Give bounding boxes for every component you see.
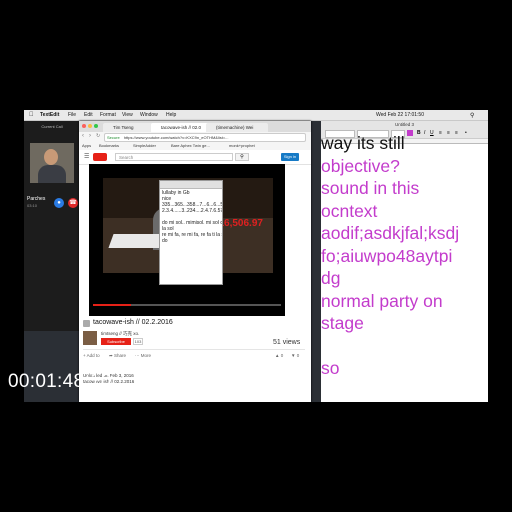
textedit-window: Untitled 3 B I U ≡ ≡ ≡ • way its still o… bbox=[321, 121, 488, 402]
text-line: sound in this bbox=[321, 178, 420, 198]
subscribe-button[interactable]: Subscribe bbox=[101, 338, 131, 345]
channel-name[interactable]: timtseng // 巧克 xo. bbox=[101, 331, 139, 337]
notes-line: do bbox=[162, 238, 168, 244]
add-to-button[interactable]: + Add to bbox=[83, 353, 100, 358]
phone-hangup-icon: ☎ bbox=[69, 200, 77, 206]
document-text-area[interactable]: way its still objective? sound in this o… bbox=[321, 133, 488, 402]
channel-avatar[interactable] bbox=[83, 331, 97, 345]
menu-bar:  TextEdit File Edit Format View Window … bbox=[24, 110, 488, 121]
text-line: so bbox=[321, 357, 340, 378]
share-button[interactable]: ➦ Share bbox=[109, 353, 126, 359]
caller-body bbox=[38, 165, 66, 183]
notes-line: re mi fa, re mi fa, re fa ti la sol ti bbox=[162, 232, 222, 238]
reload-icon[interactable]: ↻ bbox=[96, 133, 100, 139]
tab-strip: Tim Tseng tacowave-ish // 02.0 (timemach… bbox=[79, 121, 311, 132]
document-title: Untitled 3 bbox=[394, 122, 414, 127]
notes-line: 2.3.4......3..234....2.4.7.6.57..8 bbox=[162, 208, 223, 214]
sign-in-button[interactable]: Sign in bbox=[281, 153, 299, 161]
menu-view[interactable]: View bbox=[122, 112, 133, 118]
text-line: fo;aiuwpo48aytpi bbox=[321, 245, 453, 266]
bookmark-bookmarks[interactable]: Bookmarks bbox=[99, 143, 119, 148]
forward-icon[interactable]: › bbox=[89, 133, 91, 139]
bookmark-simpleadder[interactable]: SimpleAdder bbox=[133, 143, 156, 148]
menu-help[interactable]: Help bbox=[166, 112, 176, 118]
caller-video bbox=[30, 143, 74, 183]
back-icon[interactable]: ‹ bbox=[82, 133, 84, 139]
call-panel: Current Call Parches 03:10 ● ☎ bbox=[24, 121, 80, 331]
text-line: ocntext bbox=[321, 200, 378, 221]
call-duration: 03:10 bbox=[27, 203, 38, 208]
dislike-button[interactable]: ▼ 0 bbox=[291, 353, 299, 358]
notes-titlebar bbox=[160, 181, 222, 189]
video-thumb-icon bbox=[83, 320, 90, 327]
tab-tim-tseng[interactable]: Tim Tseng bbox=[103, 123, 158, 132]
minimize-window-icon[interactable] bbox=[88, 124, 92, 128]
close-window-icon[interactable] bbox=[82, 124, 86, 128]
text-line bbox=[321, 335, 488, 357]
text-line: dg bbox=[321, 268, 341, 288]
maximize-window-icon[interactable] bbox=[94, 124, 98, 128]
search-input[interactable]: Search bbox=[115, 153, 233, 161]
text-line: objective? bbox=[321, 155, 400, 176]
subscriber-count: 103 bbox=[133, 338, 143, 345]
bookmark-monk-prophet[interactable]: monk+prophet bbox=[229, 143, 255, 148]
call-header: Current Call bbox=[41, 124, 63, 129]
progress-fill bbox=[93, 304, 131, 306]
menu-clock[interactable]: Wed Feb 22 17:01:50 bbox=[376, 112, 424, 118]
search-icon[interactable]: ⚲ bbox=[470, 112, 474, 119]
notes-window[interactable]: lullaby in Gb nice 335...365...358...7..… bbox=[159, 180, 223, 285]
screen-recording:  TextEdit File Edit Format View Window … bbox=[24, 110, 488, 402]
youtube-header: ☰ Search ⚲ Sign in bbox=[79, 150, 311, 165]
progress-bar[interactable] bbox=[93, 304, 281, 306]
text-line: normal party on bbox=[321, 290, 443, 311]
menu-edit[interactable]: Edit bbox=[84, 112, 93, 118]
caller-name: Parches bbox=[27, 196, 46, 202]
bookmark-apps[interactable]: Apps bbox=[82, 143, 91, 148]
bookmark-aphex[interactable]: Bare Aphex Twin ge... bbox=[171, 143, 210, 148]
search-button[interactable]: ⚲ bbox=[235, 153, 249, 161]
video-title: tacowave-ish // 02.2.2016 bbox=[93, 319, 173, 326]
view-count: 51 views bbox=[273, 339, 301, 346]
menu-window[interactable]: Window bbox=[140, 112, 158, 118]
youtube-logo-icon[interactable] bbox=[93, 153, 107, 161]
magnifier-icon: ⚲ bbox=[240, 154, 244, 160]
like-button[interactable]: ▲ 0 bbox=[275, 353, 283, 358]
tab-tacowave[interactable]: tacowave-ish // 02.0 bbox=[151, 123, 213, 132]
menu-app-name[interactable]: TextEdit bbox=[40, 112, 59, 118]
more-button[interactable]: ⋯ More bbox=[135, 353, 151, 359]
text-line: aodif;asdkjfal;ksdj bbox=[321, 223, 460, 243]
video-timecode: 00:01:48;10 bbox=[8, 371, 112, 392]
menu-format[interactable]: Format bbox=[100, 112, 116, 118]
text-line: way its still bbox=[321, 133, 405, 153]
end-call-button[interactable]: ☎ bbox=[68, 198, 78, 208]
microphone-icon: ● bbox=[57, 200, 61, 206]
secure-label: Secure bbox=[107, 135, 120, 140]
text-line: stage bbox=[321, 313, 364, 333]
mute-button[interactable]: ● bbox=[54, 198, 64, 208]
url-text: https://www.youtube.com/watch?v=KXC9n_eO… bbox=[123, 135, 229, 140]
tab-timemachine[interactable]: (timemachine) Wei bbox=[206, 123, 268, 132]
caller-head bbox=[44, 149, 58, 165]
menu-icon[interactable]: ☰ bbox=[84, 153, 89, 160]
apple-icon[interactable]:  bbox=[29, 112, 34, 118]
menu-file[interactable]: File bbox=[68, 112, 76, 118]
